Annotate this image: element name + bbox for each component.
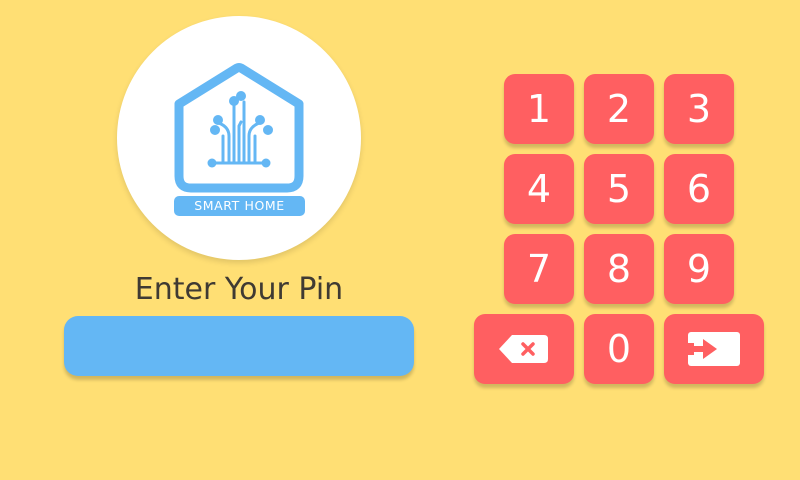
backspace-button[interactable] bbox=[474, 314, 574, 384]
key-4[interactable]: 4 bbox=[504, 154, 574, 224]
key-1[interactable]: 1 bbox=[504, 74, 574, 144]
key-6[interactable]: 6 bbox=[664, 154, 734, 224]
key-8[interactable]: 8 bbox=[584, 234, 654, 304]
key-7[interactable]: 7 bbox=[504, 234, 574, 304]
pin-input[interactable] bbox=[64, 316, 414, 376]
key-9[interactable]: 9 bbox=[664, 234, 734, 304]
key-0[interactable]: 0 bbox=[584, 314, 654, 384]
enter-button[interactable] bbox=[664, 314, 764, 384]
key-5[interactable]: 5 bbox=[584, 154, 654, 224]
logo-caption: SMART HOME bbox=[174, 196, 305, 216]
key-2[interactable]: 2 bbox=[584, 74, 654, 144]
smart-home-logo: SMART HOME bbox=[117, 16, 361, 260]
key-3[interactable]: 3 bbox=[664, 74, 734, 144]
enter-pin-label: Enter Your Pin bbox=[134, 272, 344, 307]
smart-home-circuit-house-icon bbox=[174, 63, 304, 193]
backspace-icon bbox=[499, 335, 548, 363]
enter-icon bbox=[684, 332, 740, 366]
